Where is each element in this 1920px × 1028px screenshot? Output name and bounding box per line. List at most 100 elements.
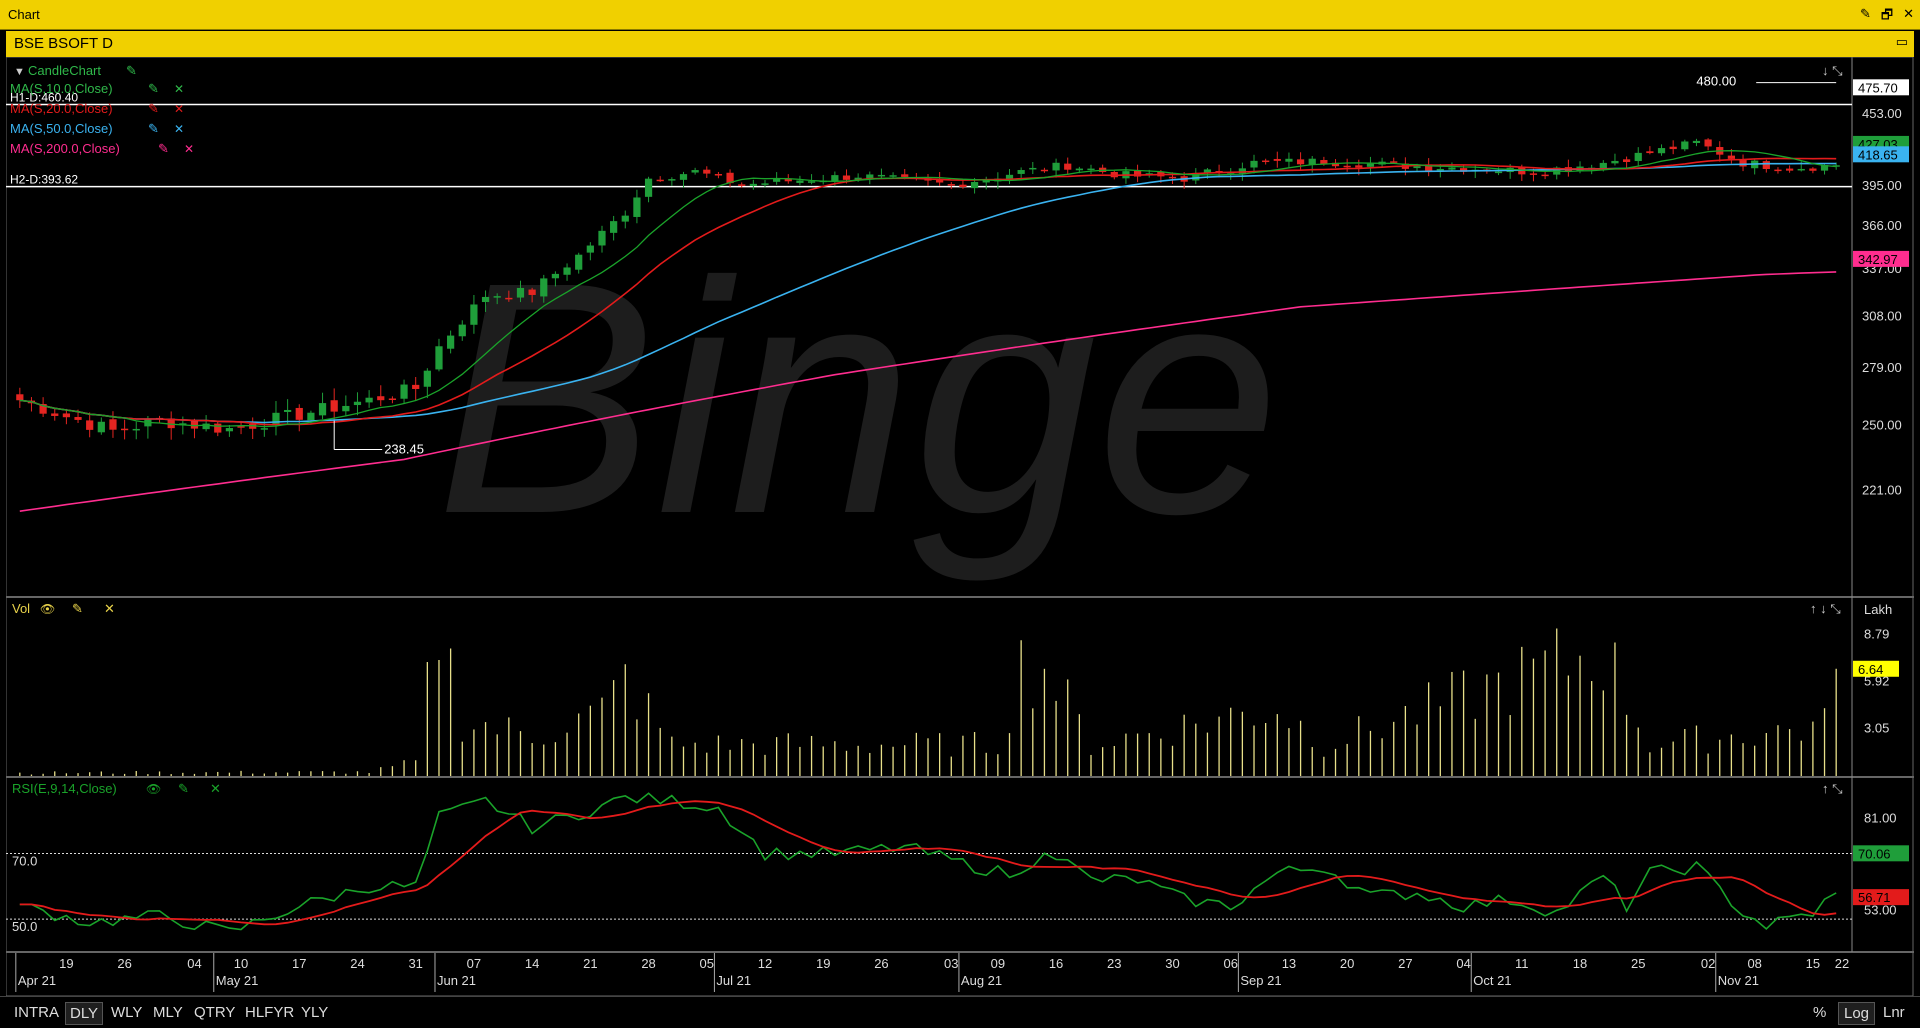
- candle-body[interactable]: [109, 419, 117, 430]
- candle-body[interactable]: [272, 412, 280, 426]
- candle-body[interactable]: [51, 413, 59, 416]
- candle-body[interactable]: [318, 403, 327, 416]
- candle-body[interactable]: [1168, 176, 1177, 179]
- candle-body[interactable]: [807, 181, 816, 183]
- candle-body[interactable]: [1343, 165, 1351, 168]
- candle-body[interactable]: [1285, 158, 1293, 162]
- candle-body[interactable]: [796, 180, 804, 183]
- candle-body[interactable]: [598, 230, 606, 246]
- candle-body[interactable]: [1762, 161, 1770, 170]
- candle-body[interactable]: [738, 184, 746, 186]
- minimize-icon[interactable]: ▭: [1896, 34, 1908, 50]
- log-scale-button[interactable]: Log: [1838, 1002, 1876, 1025]
- candle-body[interactable]: [342, 405, 350, 412]
- tf-qtry[interactable]: QTRY: [190, 1002, 239, 1023]
- linear-scale-button[interactable]: Lnr: [1878, 1002, 1910, 1023]
- candle-body[interactable]: [633, 197, 641, 217]
- tf-intra[interactable]: INTRA: [10, 1002, 63, 1023]
- candle-body[interactable]: [1448, 167, 1456, 170]
- candle-body[interactable]: [1250, 160, 1258, 168]
- candle-body[interactable]: [1646, 151, 1654, 154]
- candle-body[interactable]: [691, 170, 699, 173]
- candle-body[interactable]: [330, 400, 338, 412]
- tf-mly[interactable]: MLY: [149, 1002, 187, 1023]
- candle-body[interactable]: [16, 394, 24, 401]
- candle-body[interactable]: [202, 423, 210, 430]
- candle-body[interactable]: [1669, 146, 1677, 150]
- candle-body[interactable]: [353, 401, 362, 406]
- tf-wly[interactable]: WLY: [107, 1002, 146, 1023]
- candle-body[interactable]: [1296, 159, 1305, 165]
- candle-body[interactable]: [1657, 148, 1666, 154]
- close-icon[interactable]: ✕: [1903, 6, 1914, 28]
- candle-body[interactable]: [679, 174, 688, 180]
- candle-body[interactable]: [1390, 161, 1398, 163]
- candle-body[interactable]: [551, 273, 560, 279]
- candle-body[interactable]: [644, 178, 653, 197]
- candle-body[interactable]: [959, 184, 967, 188]
- candle-body[interactable]: [1494, 171, 1503, 174]
- candle-body[interactable]: [1704, 139, 1712, 147]
- candle-body[interactable]: [412, 384, 420, 389]
- candle-body[interactable]: [86, 420, 94, 430]
- candle-body[interactable]: [225, 428, 234, 432]
- candle-body[interactable]: [190, 420, 199, 429]
- candle-body[interactable]: [528, 289, 536, 295]
- candle-body[interactable]: [1541, 174, 1549, 177]
- candle-body[interactable]: [1622, 159, 1631, 162]
- candle-body[interactable]: [295, 407, 303, 420]
- candle-body[interactable]: [62, 413, 71, 418]
- candle-body[interactable]: [714, 174, 723, 176]
- chart-area[interactable]: BingeH1-D:460.40H2-D:393.62480.00238.454…: [6, 57, 1914, 996]
- candle-body[interactable]: [540, 278, 548, 297]
- candle-body[interactable]: [1436, 168, 1444, 171]
- candle-body[interactable]: [1727, 155, 1735, 159]
- candle-body[interactable]: [1634, 152, 1642, 162]
- candle-body[interactable]: [447, 335, 455, 349]
- candle-body[interactable]: [458, 324, 466, 337]
- candle-body[interactable]: [656, 179, 664, 182]
- tf-dly[interactable]: DLY: [65, 1002, 104, 1025]
- candle-body[interactable]: [877, 174, 886, 177]
- candle-body[interactable]: [1273, 158, 1281, 161]
- candle-body[interactable]: [1774, 169, 1782, 172]
- candle-body[interactable]: [703, 169, 711, 174]
- candle-body[interactable]: [866, 174, 874, 179]
- candle-body[interactable]: [493, 296, 501, 298]
- candle-body[interactable]: [668, 179, 676, 181]
- candle-body[interactable]: [481, 296, 490, 303]
- candle-body[interactable]: [1052, 162, 1060, 171]
- candle-body[interactable]: [132, 428, 140, 431]
- candle-body[interactable]: [388, 398, 397, 400]
- candle-body[interactable]: [761, 183, 769, 185]
- tf-yly[interactable]: YLY: [297, 1002, 332, 1023]
- candle-body[interactable]: [621, 215, 629, 222]
- candle-body[interactable]: [1366, 163, 1375, 167]
- candle-body[interactable]: [1017, 170, 1025, 174]
- candle-body[interactable]: [970, 182, 979, 189]
- candle-body[interactable]: [1262, 160, 1270, 163]
- candle-body[interactable]: [121, 428, 129, 431]
- candle-body[interactable]: [1797, 168, 1805, 171]
- candle-body[interactable]: [284, 409, 292, 412]
- candle-body[interactable]: [1355, 165, 1363, 168]
- candle-body[interactable]: [1739, 159, 1747, 167]
- percent-scale-button[interactable]: %: [1808, 1002, 1831, 1023]
- candle-body[interactable]: [1413, 166, 1421, 169]
- candle-body[interactable]: [749, 183, 757, 187]
- restore-icon[interactable]: 🗗: [1881, 6, 1893, 28]
- candle-body[interactable]: [1087, 168, 1095, 171]
- candle-body[interactable]: [610, 221, 618, 233]
- candle-body[interactable]: [365, 397, 373, 403]
- candle-body[interactable]: [237, 426, 245, 428]
- edit-icon[interactable]: ✎: [1860, 6, 1871, 28]
- candle-body[interactable]: [377, 396, 385, 401]
- candle-body[interactable]: [1681, 141, 1689, 150]
- candle-body[interactable]: [435, 346, 443, 370]
- candle-body[interactable]: [260, 428, 268, 430]
- candle-body[interactable]: [889, 175, 897, 177]
- candle-body[interactable]: [214, 423, 222, 433]
- candle-body[interactable]: [97, 421, 105, 433]
- candle-body[interactable]: [516, 287, 525, 298]
- candle-body[interactable]: [1040, 169, 1049, 172]
